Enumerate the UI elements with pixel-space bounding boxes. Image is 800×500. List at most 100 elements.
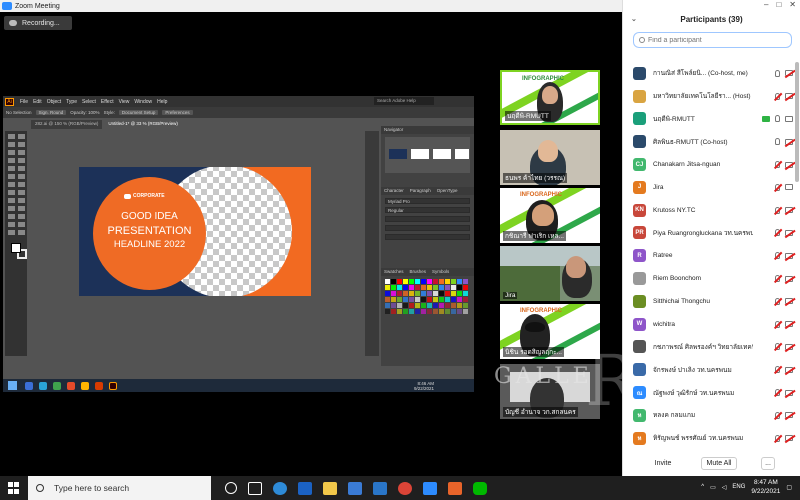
- participant-row[interactable]: J Jira: [623, 176, 793, 199]
- zoom-icon[interactable]: [423, 481, 437, 495]
- menu-item[interactable]: View: [119, 99, 130, 105]
- participant-row[interactable]: กานณิส่ สีโพล์ยนิ... (Co-host, me): [623, 62, 793, 85]
- menu-item[interactable]: File: [20, 99, 28, 105]
- chevron-down-icon[interactable]: ⌄: [631, 12, 637, 28]
- participant-row[interactable]: กชภาพรณ์ ศิลพรองค์ฯ วิทยาลัยเทคนิค...: [623, 336, 793, 359]
- participant-row[interactable]: ห หลงค กลมแกม: [623, 404, 793, 427]
- leading-field[interactable]: [385, 225, 470, 231]
- shared-screen[interactable]: Ai File Edit Object Type Select Effect View Win…: [3, 96, 474, 392]
- participant-search[interactable]: [633, 32, 792, 48]
- panel-paragraph[interactable]: Paragraph: [410, 187, 431, 195]
- maximize-icon[interactable]: □: [776, 0, 781, 12]
- notifications-icon[interactable]: ▢: [786, 484, 792, 491]
- video-tile[interactable]: INFOGRAPHIC นฤดีพิ-RMUTT: [500, 70, 600, 125]
- panel-icon-strip[interactable]: [365, 131, 379, 356]
- participant-row[interactable]: Riem Boonchom: [623, 267, 793, 290]
- language-indicator[interactable]: ENG: [732, 484, 745, 490]
- participant-row[interactable]: มหาวิทยาลัยเทคโนโลยีรา... (Host): [623, 85, 793, 108]
- menu-item[interactable]: Type: [66, 99, 77, 105]
- search-icon: [36, 484, 44, 492]
- participant-list[interactable]: กานณิส่ สีโพล์ยนิ... (Co-host, me) มหาวิท…: [623, 62, 793, 450]
- recording-indicator[interactable]: Recording...: [4, 16, 72, 30]
- illustrator-search[interactable]: Search Adobe Help: [374, 97, 434, 105]
- internet-explorer-icon[interactable]: [298, 481, 312, 495]
- artboard[interactable]: CORPORATE GOOD IDEA PRESENTATION HEADLIN…: [79, 167, 311, 296]
- participant-row[interactable]: นฤดีพิ-RMUTT: [623, 108, 793, 131]
- taskbar-search[interactable]: Type here to search: [28, 476, 211, 500]
- volume-icon[interactable]: ◁: [722, 484, 727, 491]
- close-icon[interactable]: ✕: [789, 0, 796, 12]
- control-bar-item[interactable]: Sign. Round: [35, 110, 67, 115]
- participant-search-input[interactable]: [648, 36, 778, 44]
- participant-row[interactable]: จักรพงษ์ ปาเลิง วท.นครพนม: [623, 358, 793, 381]
- panel-navigator[interactable]: Navigator: [384, 126, 403, 134]
- participant-row[interactable]: PR Piya Ruangrongluckana วท.นครพนม: [623, 222, 793, 245]
- participant-scrollbar[interactable]: [795, 62, 799, 182]
- swatch-grid[interactable]: [385, 279, 470, 314]
- menu-item[interactable]: Help: [157, 99, 167, 105]
- fill-swatch[interactable]: [11, 243, 21, 253]
- participant-row[interactable]: CJ Chanakarn Jitsa-nguan: [623, 153, 793, 176]
- line-icon[interactable]: [473, 481, 487, 495]
- menu-item[interactable]: Object: [47, 99, 61, 105]
- control-bar-item[interactable]: No Selection: [6, 110, 32, 115]
- control-bar-item[interactable]: Style:: [104, 110, 115, 115]
- app-icon[interactable]: [448, 481, 462, 495]
- font-size-field[interactable]: [385, 216, 470, 222]
- control-bar-item[interactable]: Document Setup: [118, 110, 159, 115]
- avatar: [633, 135, 646, 149]
- minimize-icon[interactable]: –: [764, 0, 768, 12]
- illustrator-menubar: Ai File Edit Object Type Select Effect View Win…: [3, 96, 474, 107]
- zoom-title-bar: Zoom Meeting: [0, 0, 622, 12]
- cortana-icon[interactable]: [225, 482, 237, 494]
- menu-item[interactable]: Effect: [101, 99, 114, 105]
- menu-item[interactable]: Window: [134, 99, 152, 105]
- menu-item[interactable]: Edit: [33, 99, 42, 105]
- mute-all-button[interactable]: Mute All: [701, 456, 737, 470]
- document-tab[interactable]: Untitled-1* @ 33 % (RGB/Preview): [104, 120, 182, 129]
- video-tile-label: กชิณารี ฟาเริก เหล...: [503, 231, 566, 241]
- panel-symbols[interactable]: Symbols: [432, 268, 449, 276]
- more-button[interactable]: ...: [761, 456, 775, 470]
- participant-row[interactable]: KN Krutoss NY.TC: [623, 199, 793, 222]
- participant-name: ศิลพินธ-RMUTT (Co-host): [653, 138, 728, 146]
- document-tab[interactable]: 282.ai @ 150 % (RGB/Preview): [31, 120, 103, 129]
- participant-row[interactable]: ณ ณัฐพงษ์ วุฒิรักษ์ วท.นครพนม: [623, 381, 793, 404]
- mic-muted-icon: [775, 343, 780, 351]
- store-icon[interactable]: [348, 481, 362, 495]
- font-style-field[interactable]: Regular: [385, 207, 470, 213]
- participant-row[interactable]: Wwichitra: [623, 313, 793, 336]
- mic-icon: [775, 138, 780, 146]
- tools-panel[interactable]: [5, 131, 27, 356]
- participant-row[interactable]: ห หิรัญพนช์ พรรศัณย์ วท.นครพนม: [623, 427, 793, 450]
- panel-character[interactable]: Character: [384, 187, 404, 195]
- control-bar-item[interactable]: Opacity: 100%: [70, 110, 99, 115]
- file-explorer-icon[interactable]: [323, 481, 337, 495]
- font-family-field[interactable]: Myriad Pro: [385, 198, 470, 204]
- tray-up-icon[interactable]: ^: [701, 484, 704, 490]
- invite-button[interactable]: Invite: [652, 456, 674, 470]
- panel-brushes[interactable]: Brushes: [410, 268, 427, 276]
- panel-swatches[interactable]: Swatches: [384, 268, 404, 276]
- participant-row[interactable]: R Ratree: [623, 244, 793, 267]
- video-off-icon: [785, 229, 793, 236]
- video-off-icon: [785, 161, 793, 168]
- chrome-icon[interactable]: [398, 481, 412, 495]
- control-bar-item[interactable]: Preferences: [162, 110, 193, 115]
- mail-icon[interactable]: [373, 481, 387, 495]
- video-tile[interactable]: INFOGRAPHIC กชิณารี ฟาเริก เหล...: [500, 188, 600, 243]
- video-tile[interactable]: ธนพร ค้าไทย (วรรณ): [500, 130, 600, 185]
- task-view-icon[interactable]: [248, 481, 262, 495]
- edge-icon[interactable]: [273, 481, 287, 495]
- participant-row[interactable]: Sitthichai Thongchu: [623, 290, 793, 313]
- network-icon[interactable]: ▭: [710, 484, 716, 491]
- mic-icon: [775, 69, 780, 77]
- menu-item[interactable]: Select: [82, 99, 96, 105]
- start-icon[interactable]: [8, 482, 20, 494]
- kerning-field[interactable]: [385, 234, 470, 240]
- participant-row[interactable]: ศิลพินธ-RMUTT (Co-host): [623, 130, 793, 153]
- video-tile[interactable]: Jira: [500, 246, 600, 301]
- right-panels[interactable]: Navigator Character Paragraph OpenType M…: [381, 126, 474, 366]
- taskbar-clock[interactable]: 8:47 AM 9/22/2021: [751, 478, 780, 496]
- panel-opentype[interactable]: OpenType: [437, 187, 458, 195]
